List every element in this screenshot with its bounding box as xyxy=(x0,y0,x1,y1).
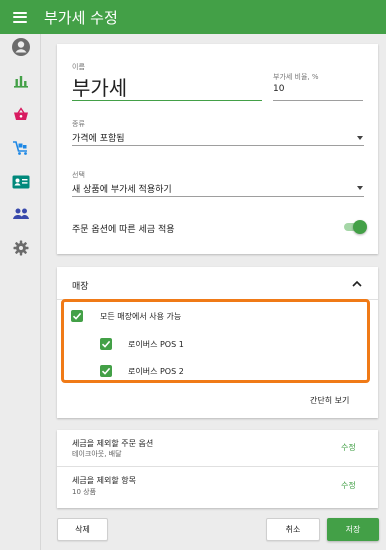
store-checkbox[interactable] xyxy=(100,338,112,350)
all-stores-checkbox[interactable] xyxy=(71,310,83,322)
basket-icon[interactable] xyxy=(11,104,31,124)
type-label: 종류 xyxy=(72,120,85,128)
store-selection-highlight: 모든 매장에서 사용 가능 로이버스 POS 1 로이버스 POS 2 xyxy=(61,299,370,383)
gear-icon[interactable] xyxy=(11,238,31,258)
order-option-toggle-label: 주문 옵션에 따른 세금 적용 xyxy=(72,225,175,235)
save-button[interactable]: 저장 xyxy=(327,518,379,541)
rate-label: 부가세 비율, % xyxy=(273,73,319,81)
store-label: 로이버스 POS 2 xyxy=(128,367,184,376)
chevron-down-icon[interactable] xyxy=(357,136,363,140)
collapse-link[interactable]: 간단히 보기 xyxy=(310,395,349,406)
cart-icon[interactable] xyxy=(11,138,31,158)
toggle-knob xyxy=(353,220,367,234)
contact-card-icon[interactable] xyxy=(11,172,31,192)
exclude-order-options-title: 세금을 제외할 주문 옵션 xyxy=(72,439,154,448)
app-bar: 부가세 수정 xyxy=(0,0,386,34)
people-icon[interactable] xyxy=(11,204,31,224)
exclude-order-options-sub: 테이크아웃, 배달 xyxy=(72,450,122,458)
delete-button[interactable]: 삭제 xyxy=(57,518,108,541)
cancel-button[interactable]: 취소 xyxy=(266,518,320,541)
store-checkbox[interactable] xyxy=(100,365,112,377)
exclude-items-title: 세금을 제외할 항목 xyxy=(72,476,136,485)
exclusions-card: 세금을 제외할 주문 옵션 테이크아웃, 배달 수정 세금을 제외할 항목 10… xyxy=(57,430,378,508)
stores-title: 매장 xyxy=(72,282,89,292)
name-underline xyxy=(72,100,262,101)
type-underline xyxy=(72,145,364,146)
store-label: 로이버스 POS 1 xyxy=(128,340,184,349)
exclusions-divider xyxy=(57,466,378,467)
rate-underline xyxy=(273,100,363,101)
option-underline xyxy=(72,196,364,197)
option-label: 선택 xyxy=(72,171,85,179)
chevron-up-icon[interactable] xyxy=(352,280,362,287)
chevron-down-icon[interactable] xyxy=(357,186,363,190)
name-label: 이름 xyxy=(72,63,85,71)
bar-chart-icon[interactable] xyxy=(11,71,31,91)
menu-icon[interactable] xyxy=(13,11,27,23)
account-icon[interactable] xyxy=(11,37,31,57)
sidebar xyxy=(0,34,41,550)
rate-input[interactable]: 10 xyxy=(273,84,284,94)
order-option-toggle[interactable] xyxy=(342,220,367,234)
edit-items-button[interactable]: 수정 xyxy=(341,480,356,491)
name-input[interactable]: 부가세 xyxy=(72,72,127,101)
type-select[interactable]: 가격에 포함됨 xyxy=(72,131,125,144)
exclude-items-sub: 10 상품 xyxy=(72,488,97,496)
tax-form-card: 이름 부가세 부가세 비율, % 10 종류 가격에 포함됨 선택 새 상품에 … xyxy=(57,44,378,254)
page-title: 부가세 수정 xyxy=(44,8,118,27)
all-stores-label: 모든 매장에서 사용 가능 xyxy=(100,312,182,321)
option-select[interactable]: 새 상품에 부가세 적용하기 xyxy=(72,182,172,195)
edit-order-options-button[interactable]: 수정 xyxy=(341,442,356,453)
